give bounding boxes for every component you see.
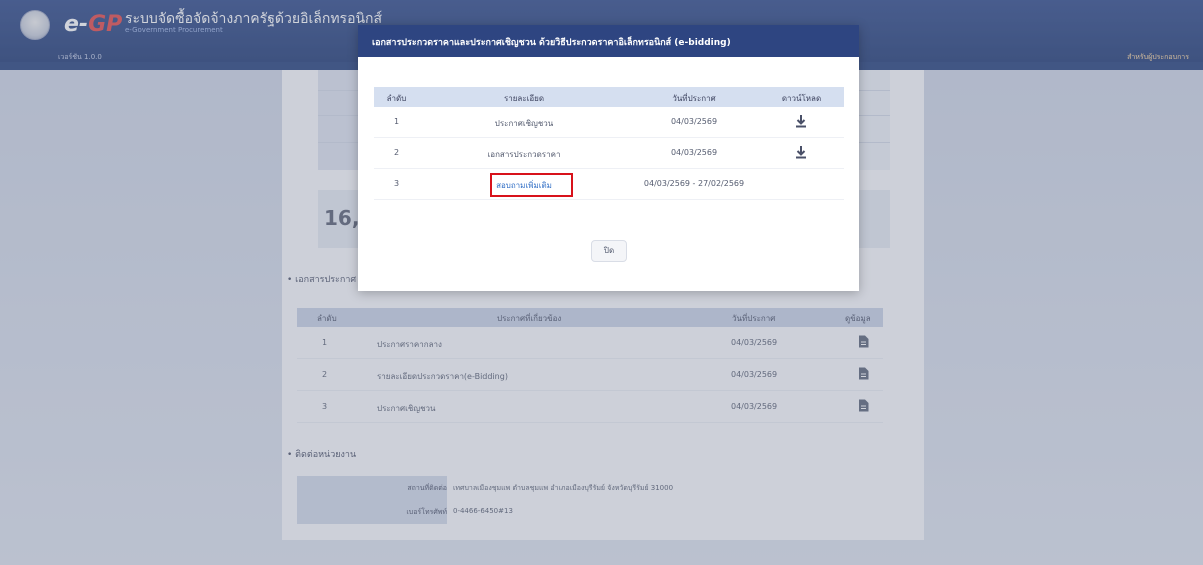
row-date: 04/03/2569 <box>670 117 718 126</box>
row-no: 1 <box>393 117 400 126</box>
modal-header: เอกสารประกวดราคาและประกาศเชิญชวน ด้วยวิธ… <box>358 25 859 57</box>
table-row: 1 ประกาศเชิญชวน 04/03/2569 <box>374 107 844 138</box>
highlight-box <box>490 173 573 197</box>
row-no: 2 <box>393 148 400 157</box>
download-icon[interactable] <box>794 114 808 129</box>
documents-table: ลำดับ รายละเอียด วันที่ประกาศ ดาวน์โหลด … <box>374 87 844 200</box>
row-date: 04/03/2569 - 27/02/2569 <box>643 179 745 188</box>
row-date: 04/03/2569 <box>670 148 718 157</box>
row-desc: เอกสารประกวดราคา <box>487 150 561 159</box>
close-button[interactable]: ปิด <box>591 240 627 262</box>
table-row: 2 เอกสารประกวดราคา 04/03/2569 <box>374 138 844 169</box>
table-row: 3 สอบถามเพิ่มเติม 04/03/2569 - 27/02/256… <box>374 169 844 200</box>
modal-title: เอกสารประกวดราคาและประกาศเชิญชวน ด้วยวิธ… <box>372 38 731 48</box>
download-icon[interactable] <box>794 145 808 160</box>
table-header: ลำดับ รายละเอียด วันที่ประกาศ ดาวน์โหลด <box>374 87 844 107</box>
row-no: 3 <box>393 179 400 188</box>
col-header-desc: รายละเอียด <box>503 94 545 103</box>
documents-modal: เอกสารประกวดราคาและประกาศเชิญชวน ด้วยวิธ… <box>358 25 859 291</box>
row-desc: ประกาศเชิญชวน <box>494 119 554 128</box>
col-header-no: ลำดับ <box>386 94 407 103</box>
col-header-date: วันที่ประกาศ <box>672 94 716 103</box>
col-header-download: ดาวน์โหลด <box>781 94 822 103</box>
